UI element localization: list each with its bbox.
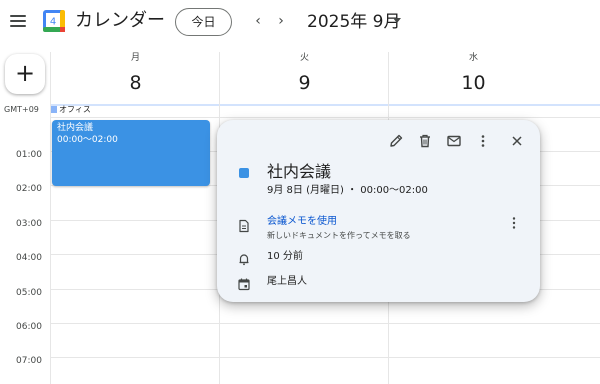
popup-event-title: 社内会議: [267, 162, 332, 181]
grid-row-line: [50, 357, 600, 358]
event-block[interactable]: 社内会議 00:00〜02:00: [52, 120, 210, 186]
event-title: 社内会議: [57, 123, 94, 133]
hour-label: 02:00: [16, 184, 42, 194]
day-number: 8: [129, 72, 142, 94]
app-title: カレンダー: [75, 10, 165, 31]
main-menu-icon[interactable]: [10, 15, 26, 27]
hour-label: 07:00: [16, 356, 42, 366]
email-icon[interactable]: [443, 130, 465, 152]
close-icon[interactable]: [506, 130, 528, 152]
hour-label: 03:00: [16, 219, 42, 229]
working-location-chip[interactable]: オフィス: [51, 104, 91, 115]
hour-label: 05:00: [16, 288, 42, 298]
grid-row-line: [50, 323, 600, 324]
previous-week-button[interactable]: ‹: [249, 11, 267, 31]
today-button[interactable]: 今日: [175, 8, 232, 36]
month-selector[interactable]: 2025年 9月: [307, 10, 400, 34]
building-icon: [51, 106, 57, 113]
edit-icon[interactable]: [385, 130, 407, 152]
day-header-wednesday[interactable]: 水 10: [389, 52, 558, 95]
reminder-text: 10 分前: [267, 251, 303, 262]
calendar-logo-icon: 4: [42, 9, 66, 33]
document-icon: [237, 218, 251, 233]
day-number: 10: [461, 72, 486, 94]
day-header-tuesday[interactable]: 火 9: [220, 52, 389, 95]
notes-more-options-icon[interactable]: [507, 215, 521, 231]
calendar-icon: [237, 276, 251, 291]
day-name: 月: [130, 53, 140, 63]
caret-down-icon[interactable]: [393, 18, 401, 23]
bell-icon: [237, 251, 251, 266]
day-header-monday[interactable]: 月 8: [51, 52, 220, 95]
timezone-label: GMT+09: [4, 105, 39, 114]
working-location-label: オフィス: [59, 105, 91, 114]
popup-event-datetime: 9月 8日 (月曜日) ・ 00:00〜02:00: [267, 185, 428, 196]
next-week-button[interactable]: ›: [272, 11, 290, 31]
event-details-popup: 社内会議 9月 8日 (月曜日) ・ 00:00〜02:00 会議メモを使用 新…: [217, 120, 540, 302]
hour-label: 04:00: [16, 253, 42, 263]
meeting-notes-hint: 新しいドキュメントを作ってメモを取る: [267, 231, 411, 240]
day-number: 9: [298, 72, 311, 94]
allday-divider: [50, 104, 600, 106]
meeting-notes-link[interactable]: 会議メモを使用: [267, 215, 337, 229]
grid-column-line: [50, 52, 51, 384]
grid-row-line: [50, 117, 600, 118]
delete-icon[interactable]: [414, 130, 436, 152]
day-name: 水: [468, 53, 478, 63]
day-name: 火: [299, 53, 309, 63]
create-button[interactable]: +: [5, 54, 45, 94]
organizer-text: 尾上昌人: [267, 276, 307, 287]
logo-number: 4: [50, 17, 56, 28]
more-options-icon[interactable]: [472, 130, 494, 152]
event-color-swatch: [239, 168, 249, 178]
hour-label: 06:00: [16, 322, 42, 332]
hour-label: 01:00: [16, 150, 42, 160]
event-time: 00:00〜02:00: [57, 135, 118, 145]
